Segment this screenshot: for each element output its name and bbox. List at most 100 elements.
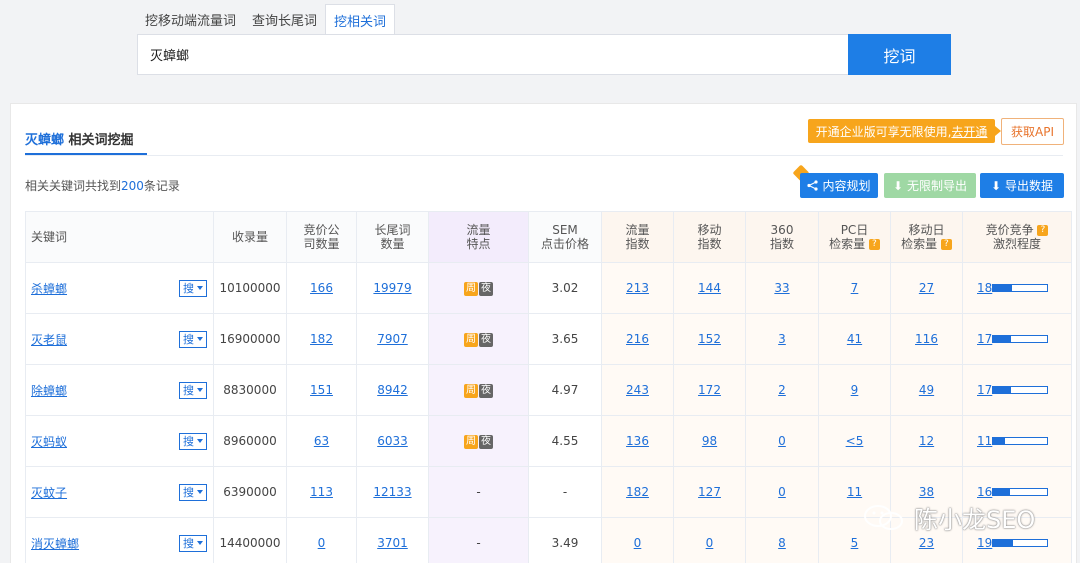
competition-cell: 18 bbox=[962, 262, 1072, 314]
flow-index-link[interactable]: 243 bbox=[626, 383, 649, 397]
unlimited-export-label: 无限制导出 bbox=[907, 179, 968, 193]
longtail-link[interactable]: 7907 bbox=[377, 332, 408, 346]
export-data-label: 导出数据 bbox=[1005, 179, 1054, 193]
traffic-cell: 周夜 bbox=[428, 364, 529, 416]
sem-cell: 3.02 bbox=[528, 262, 602, 314]
pc-daily-link[interactable]: 11 bbox=[847, 485, 862, 499]
search-button[interactable]: 挖词 bbox=[848, 34, 951, 75]
longtail-link[interactable]: 12133 bbox=[373, 485, 411, 499]
index-count-cell: 8830000 bbox=[213, 364, 287, 416]
table-header-row: 关键词 收录量 竞价公 司数量 长尾词 数量 流量 特点 SEM 点击价格 流量 指数 移… bbox=[25, 211, 1072, 263]
search-dropdown[interactable]: 搜 bbox=[179, 279, 207, 297]
col-360-index: 360 指数 bbox=[745, 211, 819, 263]
keyword-link[interactable]: 杀蟑螂 bbox=[31, 280, 67, 297]
keyword-link[interactable]: 灭蚂蚁 bbox=[31, 433, 67, 450]
export-data-button[interactable]: ⬇ 导出数据 bbox=[980, 173, 1064, 198]
competition-link[interactable]: 16 bbox=[977, 485, 992, 499]
search-dropdown[interactable]: 搜 bbox=[179, 534, 207, 552]
mobile-daily-link[interactable]: 23 bbox=[919, 536, 934, 550]
index-count-cell: 6390000 bbox=[213, 466, 287, 518]
competition-link[interactable]: 17 bbox=[977, 332, 992, 346]
mobile-index-link[interactable]: 0 bbox=[706, 536, 714, 550]
count-prefix: 相关关键词共找到 bbox=[25, 179, 122, 193]
weekly-badge: 周 bbox=[464, 384, 478, 398]
col-competition: 竞价竞争 ? 激烈程度 bbox=[962, 211, 1072, 263]
search-dropdown[interactable]: 搜 bbox=[179, 432, 207, 450]
content-plan-button[interactable]: 内容规划 bbox=[800, 173, 878, 198]
get-api-button[interactable]: 获取API bbox=[1001, 118, 1064, 145]
mobile-daily-link[interactable]: 116 bbox=[915, 332, 938, 346]
keyword-link[interactable]: 灭蚊子 bbox=[31, 484, 67, 501]
mobile-daily-link[interactable]: 38 bbox=[919, 485, 934, 499]
help-icon[interactable]: ? bbox=[940, 239, 952, 250]
keyword-link[interactable]: 除蟑螂 bbox=[31, 382, 67, 399]
competition-link[interactable]: 18 bbox=[977, 281, 992, 295]
longtail-link[interactable]: 6033 bbox=[377, 434, 408, 448]
flow-index-cell: 243 bbox=[601, 364, 674, 416]
longtail-cell: 7907 bbox=[356, 313, 429, 365]
pc-daily-link[interactable]: 41 bbox=[847, 332, 862, 346]
360-index-link[interactable]: 0 bbox=[778, 434, 786, 448]
flow-index-link[interactable]: 216 bbox=[626, 332, 649, 346]
night-badge: 夜 bbox=[479, 384, 493, 398]
index-count-cell: 16900000 bbox=[213, 313, 287, 365]
pc-daily-link[interactable]: 5 bbox=[851, 536, 859, 550]
pc-daily-link[interactable]: 9 bbox=[851, 383, 859, 397]
col-sem: SEM 点击价格 bbox=[528, 211, 602, 263]
competition-link[interactable]: 19 bbox=[977, 536, 992, 550]
mobile-index-link[interactable]: 98 bbox=[702, 434, 717, 448]
360-index-link[interactable]: 2 bbox=[778, 383, 786, 397]
mobile-index-link[interactable]: 144 bbox=[698, 281, 721, 295]
longtail-link[interactable]: 3701 bbox=[377, 536, 408, 550]
keyword-link[interactable]: 灭老鼠 bbox=[31, 331, 67, 348]
bid-link[interactable]: 113 bbox=[310, 485, 333, 499]
mobile-daily-link[interactable]: 49 bbox=[919, 383, 934, 397]
sem-cell: 3.49 bbox=[528, 517, 602, 563]
mobile-daily-cell: 12 bbox=[890, 415, 963, 467]
360-index-link[interactable]: 0 bbox=[778, 485, 786, 499]
360-index-link[interactable]: 8 bbox=[778, 536, 786, 550]
search-dropdown[interactable]: 搜 bbox=[179, 381, 207, 399]
search-input[interactable]: 灭蟑螂 bbox=[137, 34, 849, 75]
pc-daily-cell: 41 bbox=[818, 313, 891, 365]
bid-link[interactable]: 182 bbox=[310, 332, 333, 346]
competition-bar bbox=[992, 335, 1048, 343]
search-dropdown[interactable]: 搜 bbox=[179, 483, 207, 501]
help-icon[interactable]: ? bbox=[868, 239, 880, 250]
tab-related[interactable]: 挖相关词 bbox=[325, 4, 396, 35]
keyword-link[interactable]: 消灭蟑螂 bbox=[31, 535, 79, 552]
competition-link[interactable]: 17 bbox=[977, 383, 992, 397]
tab-longtail[interactable]: 查询长尾词 bbox=[244, 4, 325, 34]
360-index-link[interactable]: 33 bbox=[774, 281, 789, 295]
360-index-link[interactable]: 3 bbox=[778, 332, 786, 346]
search-dropdown[interactable]: 搜 bbox=[179, 330, 207, 348]
mobile-index-link[interactable]: 127 bbox=[698, 485, 721, 499]
competition-link[interactable]: 11 bbox=[977, 434, 992, 448]
flow-index-link[interactable]: 0 bbox=[634, 536, 642, 550]
bid-cell: 63 bbox=[286, 415, 357, 467]
promo-link[interactable]: 去开通 bbox=[951, 123, 987, 140]
mobile-daily-link[interactable]: 12 bbox=[919, 434, 934, 448]
flow-index-link[interactable]: 182 bbox=[626, 485, 649, 499]
competition-bar-fill bbox=[993, 540, 1013, 546]
longtail-link[interactable]: 8942 bbox=[377, 383, 408, 397]
pc-daily-link[interactable]: 7 bbox=[851, 281, 859, 295]
help-icon[interactable]: ? bbox=[1037, 225, 1049, 236]
bid-link[interactable]: 63 bbox=[314, 434, 329, 448]
bid-link[interactable]: 151 bbox=[310, 383, 333, 397]
bid-link[interactable]: 166 bbox=[310, 281, 333, 295]
longtail-link[interactable]: 19979 bbox=[373, 281, 411, 295]
bid-link[interactable]: 0 bbox=[318, 536, 326, 550]
competition-bar bbox=[992, 386, 1048, 394]
pc-daily-link[interactable]: <5 bbox=[846, 434, 864, 448]
mobile-index-link[interactable]: 152 bbox=[698, 332, 721, 346]
mobile-index-link[interactable]: 172 bbox=[698, 383, 721, 397]
tab-mobile-traffic[interactable]: 挖移动端流量词 bbox=[137, 4, 244, 34]
index-count-cell: 8960000 bbox=[213, 415, 287, 467]
flow-index-link[interactable]: 213 bbox=[626, 281, 649, 295]
unlimited-export-button[interactable]: ⬇ 无限制导出 bbox=[884, 173, 976, 198]
mobile-daily-link[interactable]: 27 bbox=[919, 281, 934, 295]
traffic-cell: - bbox=[428, 517, 529, 563]
flow-index-link[interactable]: 136 bbox=[626, 434, 649, 448]
mobile-index-cell: 172 bbox=[673, 364, 746, 416]
